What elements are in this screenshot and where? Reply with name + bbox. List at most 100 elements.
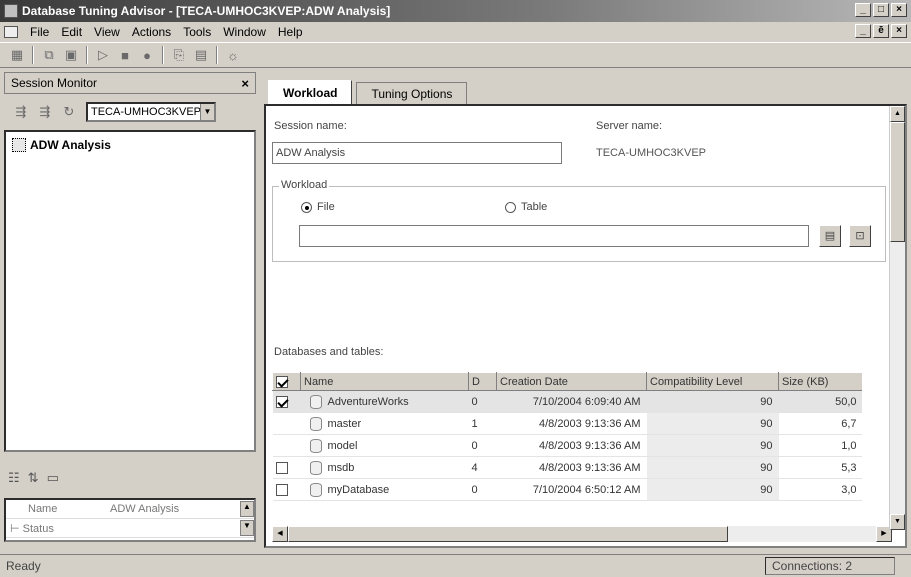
row-checkbox[interactable] [272, 390, 301, 413]
mdi-minimize-button[interactable]: _ [855, 24, 871, 38]
compatibility-level-cell: 90 [646, 478, 779, 501]
workload-file-input[interactable] [299, 225, 809, 247]
property-row[interactable]: ⊢ Status ▼ [6, 519, 254, 538]
session-node[interactable]: ADW Analysis [12, 138, 248, 152]
stop-analysis-icon[interactable]: ■ [114, 45, 136, 65]
new-session-icon[interactable]: ⧉ [38, 45, 60, 65]
session-monitor-title: Session Monitor [11, 76, 98, 90]
row-checkbox[interactable] [272, 478, 301, 501]
tab-tuning-options[interactable]: Tuning Options [356, 82, 468, 104]
horizontal-scrollbar[interactable]: ◀ ▶ [272, 526, 892, 542]
scroll-up-button[interactable]: ▲ [890, 106, 905, 122]
maximize-button[interactable]: □ [873, 3, 889, 17]
categorized-icon[interactable]: ☷ [8, 470, 20, 486]
status-text: Ready [6, 559, 41, 573]
column-header-creation-date[interactable]: Creation Date [496, 372, 647, 391]
property-row[interactable]: Name ADW Analysis ▲ [6, 500, 254, 519]
property-pages-icon[interactable]: ▭ [47, 470, 59, 486]
chevron-down-icon[interactable]: ▼ [200, 104, 214, 120]
scroll-left-button[interactable]: ◀ [272, 526, 288, 542]
open-session-icon[interactable]: ▣ [60, 45, 82, 65]
menu-view[interactable]: View [88, 25, 126, 39]
vertical-scroll-thumb[interactable] [890, 122, 905, 242]
session-node-label: ADW Analysis [30, 138, 111, 152]
compatibility-level-cell: 90 [646, 390, 779, 413]
creation-date-cell: 7/10/2004 6:09:40 AM [496, 390, 647, 413]
session-monitor-close-button[interactable]: × [241, 76, 249, 91]
file-radio[interactable]: File [301, 201, 335, 213]
tab-strip: Workload Tuning Options [264, 80, 468, 104]
document-icon[interactable] [4, 26, 18, 38]
connect-icon[interactable]: ⇶ [10, 102, 32, 122]
column-header-d[interactable]: D [468, 372, 497, 391]
help-icon[interactable]: ☼ [222, 45, 244, 65]
column-header-name[interactable]: Name [300, 372, 469, 391]
browse-icon: ▤ [824, 230, 836, 242]
size-cell: 5,3 [778, 456, 862, 479]
menu-file[interactable]: File [24, 25, 55, 39]
size-cell: 50,0 [778, 390, 862, 413]
scroll-down-button[interactable]: ▼ [890, 514, 905, 530]
status-bar: Ready Connections: 2 [0, 554, 911, 577]
size-cell: 1,0 [778, 434, 862, 457]
alphabetical-icon[interactable]: ⇅ [28, 470, 39, 486]
table-row[interactable]: master 1 4/8/2003 9:13:36 AM 90 6,7 [272, 412, 862, 435]
menu-actions[interactable]: Actions [126, 25, 177, 39]
radio-unselected-icon[interactable] [505, 201, 516, 213]
preview-file-button[interactable]: ⊡ [849, 225, 871, 247]
table-radio-label: Table [521, 201, 548, 213]
table-row[interactable]: msdb 4 4/8/2003 9:13:36 AM 90 5,3 [272, 456, 862, 479]
checkbox-icon[interactable] [276, 375, 288, 388]
close-button[interactable]: × [891, 3, 907, 17]
session-monitor-icon[interactable]: ▦ [6, 45, 28, 65]
refresh-icon[interactable]: ↻ [58, 102, 80, 122]
table-radio[interactable]: Table [505, 201, 547, 213]
expand-icon[interactable]: ⊢ [10, 523, 20, 535]
menu-edit[interactable]: Edit [55, 25, 88, 39]
database-name: master [327, 417, 362, 430]
scroll-down-button[interactable]: ▼ [240, 520, 254, 536]
checkbox-icon[interactable] [275, 461, 288, 474]
workload-group: Workload File Table ▤ ⊡ [272, 179, 886, 262]
disconnect-icon[interactable]: ⇶ [34, 102, 56, 122]
window-title: Database Tuning Advisor - [TECA-UMHOC3KV… [22, 4, 391, 18]
row-checkbox-empty [272, 434, 301, 457]
server-select[interactable]: TECA-UMHOC3KVEP ▼ [86, 102, 216, 122]
vertical-scrollbar[interactable]: ▲ ▼ [889, 106, 905, 530]
mdi-restore-button[interactable]: ē [873, 24, 889, 38]
select-all-checkbox[interactable] [272, 372, 301, 391]
tab-workload[interactable]: Workload [268, 80, 353, 104]
table-row[interactable]: AdventureWorks 0 7/10/2004 6:09:40 AM 90… [272, 390, 862, 413]
radio-selected-icon[interactable] [301, 201, 312, 213]
checkbox-icon[interactable] [275, 395, 288, 408]
d-cell: 0 [468, 434, 497, 457]
checkbox-icon[interactable] [275, 483, 288, 496]
stop-icon[interactable]: ● [136, 45, 158, 65]
table-row[interactable]: myDatabase 0 7/10/2004 6:50:12 AM 90 3,0 [272, 478, 862, 501]
compatibility-level-cell: 90 [646, 434, 779, 457]
column-header-size[interactable]: Size (KB) [778, 372, 862, 391]
compatibility-level-cell: 90 [646, 456, 779, 479]
browse-file-button[interactable]: ▤ [819, 225, 841, 247]
horizontal-scroll-thumb[interactable] [288, 526, 728, 542]
database-name: AdventureWorks [327, 395, 409, 408]
save-recommendations-icon[interactable]: ⎘ [168, 45, 190, 65]
start-analysis-icon[interactable]: ▷ [92, 45, 114, 65]
table-row[interactable]: model 0 4/8/2003 9:13:36 AM 90 1,0 [272, 434, 862, 457]
menu-help[interactable]: Help [272, 25, 309, 39]
d-cell: 1 [468, 412, 497, 435]
session-monitor-toolbar: ⇶ ⇶ ↻ TECA-UMHOC3KVEP ▼ [4, 94, 256, 130]
session-name-input[interactable]: ADW Analysis [272, 142, 562, 164]
server-name-value: TECA-UMHOC3KVEP [596, 147, 707, 159]
column-header-compatibility-level[interactable]: Compatibility Level [646, 372, 779, 391]
scroll-up-button[interactable]: ▲ [240, 501, 254, 517]
evaluate-icon[interactable]: ▤ [190, 45, 212, 65]
creation-date-cell: 4/8/2003 9:13:36 AM [496, 412, 647, 435]
row-checkbox-empty [272, 412, 301, 435]
row-checkbox[interactable] [272, 456, 301, 479]
databases-label: Databases and tables: [274, 346, 384, 358]
minimize-button[interactable]: _ [855, 3, 871, 17]
mdi-close-button[interactable]: × [891, 24, 907, 38]
menu-tools[interactable]: Tools [177, 25, 217, 39]
menu-window[interactable]: Window [217, 25, 272, 39]
